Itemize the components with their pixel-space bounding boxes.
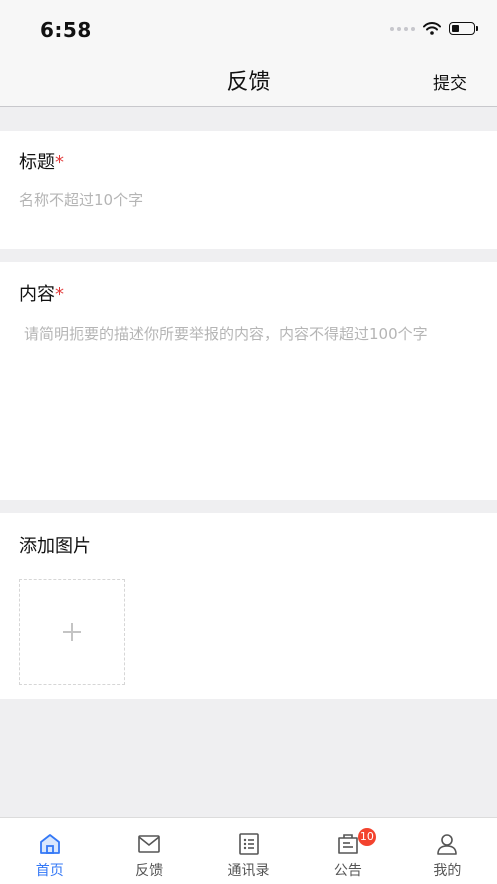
status-icons [390, 22, 478, 35]
battery-icon [449, 22, 478, 35]
tab-contacts[interactable]: 通讯录 [199, 818, 298, 884]
notice-badge: 10 [357, 828, 376, 846]
signal-dots-icon [390, 26, 415, 31]
home-icon [39, 834, 60, 854]
submit-button[interactable]: 提交 [433, 69, 467, 94]
tab-home[interactable]: 首页 [0, 818, 99, 884]
mail-icon [138, 835, 160, 853]
status-time: 6:58 [40, 18, 92, 42]
nav-bar: 反馈 提交 [0, 56, 497, 107]
title-label: 标题* [19, 148, 64, 174]
contacts-list-icon [238, 833, 259, 855]
tab-notice[interactable]: 10 公告 [298, 818, 397, 884]
title-input[interactable] [19, 191, 479, 209]
tab-label: 通讯录 [227, 863, 270, 879]
add-image-label: 添加图片 [19, 536, 91, 557]
image-section: 添加图片 [0, 513, 497, 699]
notice-icon [338, 834, 358, 854]
tab-label: 我的 [433, 863, 462, 879]
title-section: 标题* [0, 131, 497, 249]
required-mark: * [55, 284, 64, 305]
tab-feedback[interactable]: 反馈 [99, 818, 198, 884]
title-label-text: 标题 [19, 152, 55, 173]
status-bar: 6:58 [0, 0, 497, 56]
page-title: 反馈 [226, 70, 271, 95]
add-image-button[interactable] [19, 579, 125, 685]
tab-label: 首页 [35, 863, 64, 879]
content-textarea[interactable] [24, 324, 474, 484]
tab-bar: 首页 反馈 通讯录 10 公告 我的 [0, 817, 497, 884]
person-icon [437, 834, 458, 855]
tab-label: 反馈 [135, 863, 164, 879]
plus-icon [63, 623, 81, 641]
tab-me[interactable]: 我的 [398, 818, 497, 884]
tab-label: 公告 [333, 863, 362, 879]
content-label: 内容* [19, 280, 64, 306]
content-label-text: 内容 [19, 284, 55, 305]
required-mark: * [55, 152, 64, 173]
content-section: 内容* [0, 262, 497, 500]
wifi-icon [423, 22, 441, 35]
